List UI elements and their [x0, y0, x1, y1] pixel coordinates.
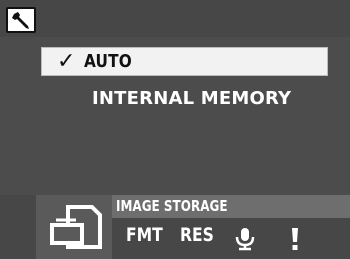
- caption-bar: IMAGE STORAGE: [112, 195, 350, 218]
- checkmark-icon: ✓: [57, 48, 76, 74]
- tab-alert[interactable]: [289, 227, 301, 255]
- settings-tab[interactable]: [6, 7, 36, 33]
- section-caption: IMAGE STORAGE: [116, 197, 228, 215]
- menu-item-label: INTERNAL MEMORY: [92, 88, 292, 109]
- exclamation-icon: [292, 228, 298, 250]
- tab-fmt[interactable]: FMT: [126, 224, 163, 246]
- wrench-icon: [12, 12, 29, 29]
- storage-section-tab[interactable]: [36, 195, 112, 259]
- menu-item-internal-memory[interactable]: INTERNAL MEMORY: [92, 88, 291, 109]
- menu-item-auto[interactable]: ✓ AUTO: [41, 47, 328, 76]
- memory-card-storage-icon: [50, 205, 102, 249]
- top-bar: [0, 0, 350, 37]
- camera-menu-screen: ✓ AUTO INTERNAL MEMORY IMAGE STORAGE FMT…: [0, 0, 350, 259]
- menu-item-label: AUTO: [84, 51, 133, 72]
- tab-audio[interactable]: [234, 227, 256, 255]
- tab-res[interactable]: RES: [180, 224, 214, 246]
- microphone-icon: [235, 228, 255, 251]
